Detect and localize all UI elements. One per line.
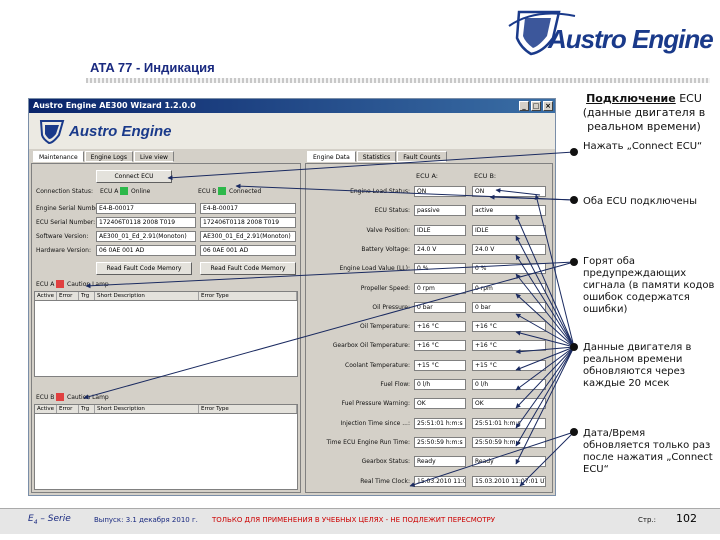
note-connect-ecu: Нажать „Connect ECU“	[583, 141, 703, 152]
note-bullet	[570, 343, 578, 351]
note-bullet	[570, 428, 578, 436]
note-caution-lamps: Горят оба предупреждающих сигнала (в пам…	[583, 256, 715, 315]
arrow-lines	[83, 151, 575, 487]
footer-issue: Выпуск: 3.1 декабря 2010 г.	[94, 516, 198, 524]
note-bullet	[570, 196, 578, 204]
note-date-time: Дата/Время обновляется только раз после …	[583, 428, 713, 475]
note-bullet	[570, 258, 578, 266]
note-both-ecu-connected: Оба ECU подключены	[583, 196, 698, 207]
footer-notice: ТОЛЬКО ДЛЯ ПРИМЕНЕНИЯ В УЧЕБНЫХ ЦЕЛЯХ - …	[212, 516, 496, 524]
footer-page-label: Стр.:	[638, 516, 656, 524]
note-live-data: Данные двигателя в реальном времени обно…	[583, 342, 692, 389]
series-suffix: – Serie	[37, 514, 71, 524]
note-bullet	[570, 148, 578, 156]
footer-series: E4 – Serie	[28, 514, 71, 526]
footer-page-number: 102	[676, 512, 697, 525]
